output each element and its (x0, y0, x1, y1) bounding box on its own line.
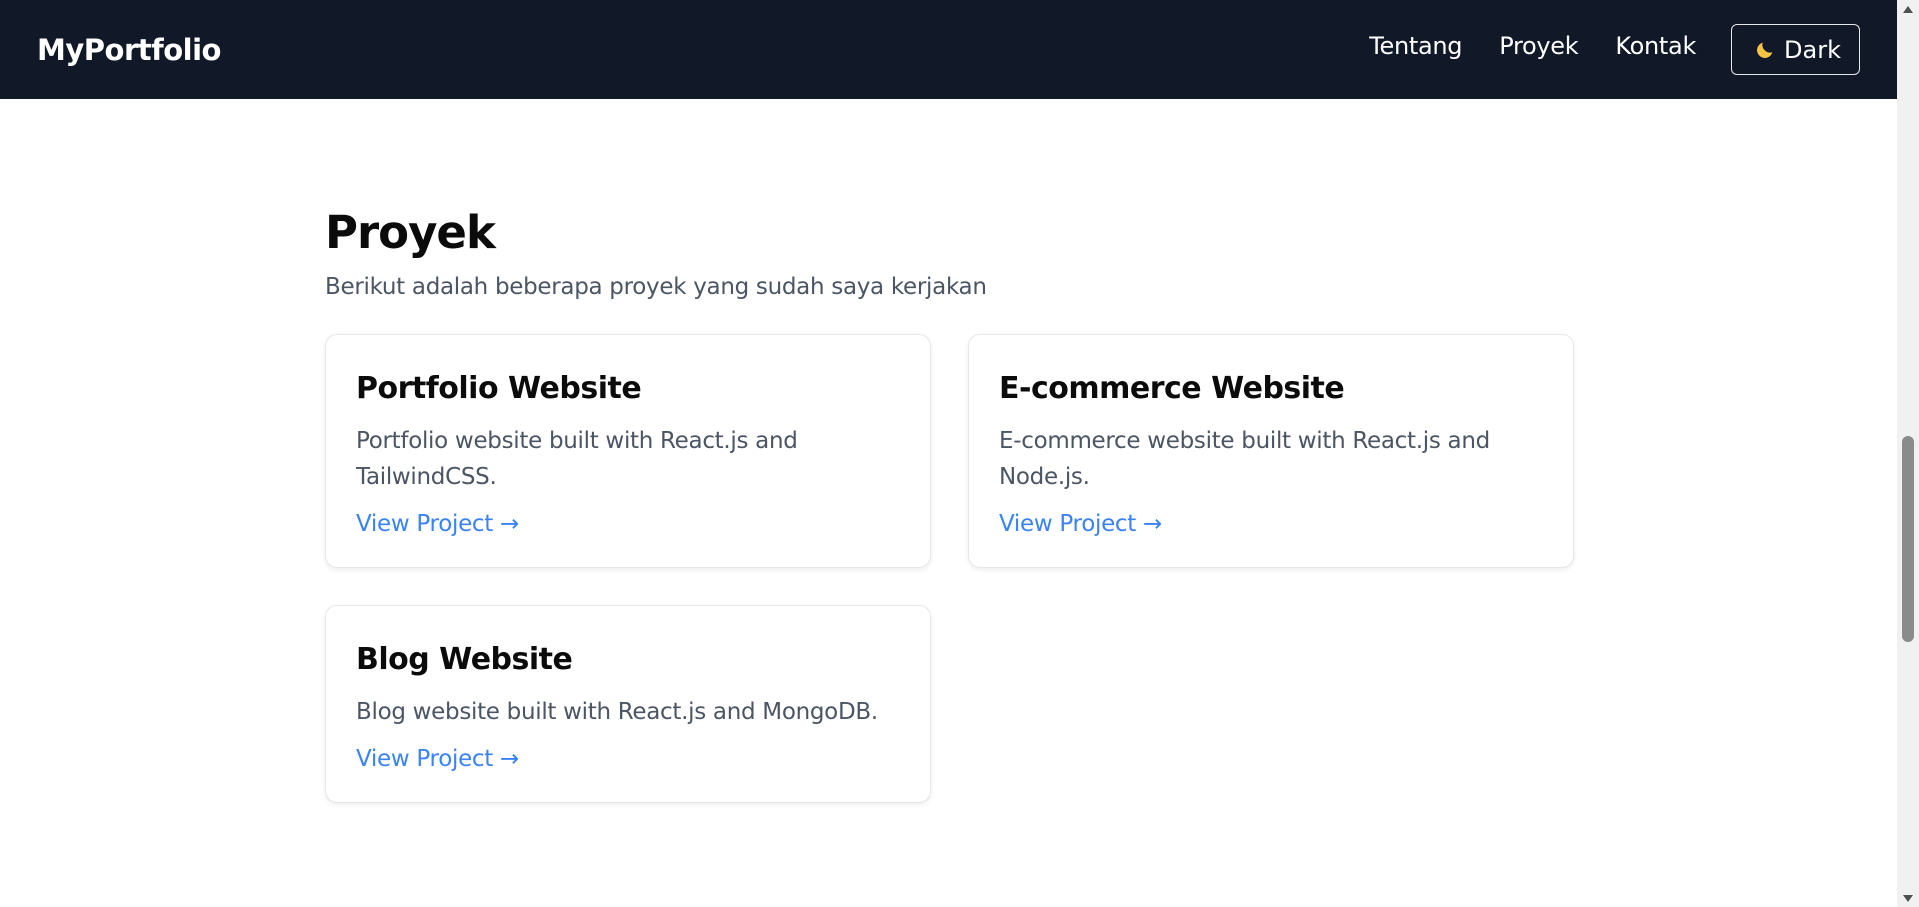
navbar: MyPortfolio Tentang Proyek Kontak Dark (0, 0, 1897, 99)
project-title: Blog Website (356, 642, 573, 677)
project-title: E-commerce Website (999, 371, 1345, 406)
projects-section: Proyek Berikut adalah beberapa proyek ya… (325, 205, 1575, 803)
project-title: Portfolio Website (356, 371, 642, 406)
theme-toggle-label: Dark (1784, 35, 1841, 64)
vertical-scrollbar[interactable] (1897, 0, 1919, 907)
page-subtitle: Berikut adalah beberapa proyek yang suda… (325, 274, 987, 300)
scroll-up-icon[interactable] (1897, 0, 1919, 18)
projects-grid: Portfolio Website Portfolio website buil… (325, 334, 1575, 803)
view-project-link[interactable]: View Project → (356, 746, 519, 772)
project-card: Blog Website Blog website built with Rea… (325, 605, 931, 803)
moon-icon (1754, 39, 1776, 61)
theme-toggle-button[interactable]: Dark (1731, 24, 1860, 75)
view-project-link[interactable]: View Project → (999, 511, 1162, 537)
nav-link-kontak[interactable]: Kontak (1615, 32, 1696, 60)
nav-link-proyek[interactable]: Proyek (1499, 32, 1578, 60)
view-project-link[interactable]: View Project → (356, 511, 519, 537)
project-card: Portfolio Website Portfolio website buil… (325, 334, 931, 568)
nav-menu: Tentang Proyek Kontak Dark (1369, 24, 1860, 75)
project-description: Portfolio website built with React.js an… (356, 428, 798, 490)
project-description: Blog website built with React.js and Mon… (356, 699, 878, 725)
nav-link-tentang[interactable]: Tentang (1369, 32, 1462, 60)
brand-logo[interactable]: MyPortfolio (37, 33, 221, 67)
project-description: E-commerce website built with React.js a… (999, 428, 1490, 490)
page-title: Proyek (325, 206, 496, 259)
scroll-down-icon[interactable] (1897, 889, 1919, 907)
project-card: E-commerce Website E-commerce website bu… (968, 334, 1574, 568)
scrollbar-thumb[interactable] (1902, 436, 1914, 642)
